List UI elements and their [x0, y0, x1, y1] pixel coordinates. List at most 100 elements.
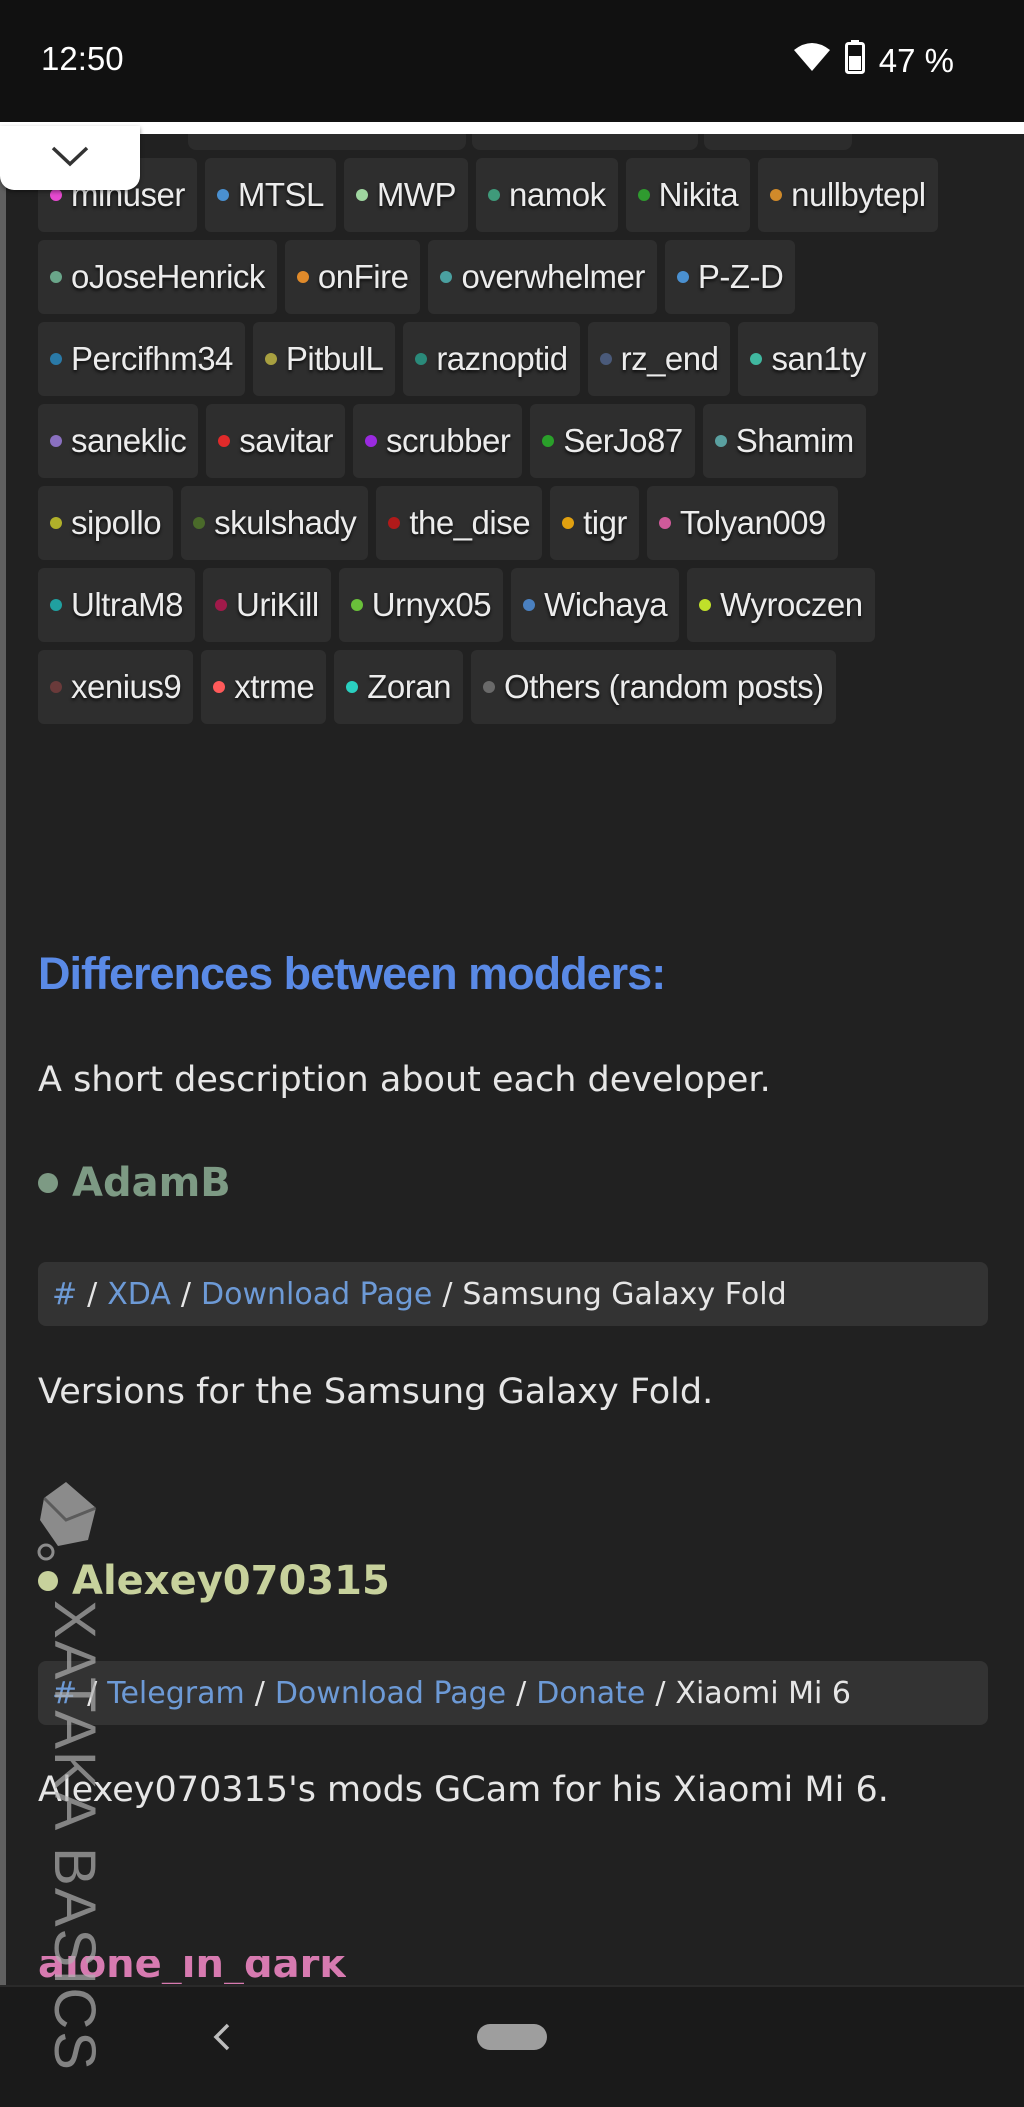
modder-tag[interactable]: Urnyx05 [338, 568, 504, 642]
tag-color-dot [50, 681, 62, 693]
modder-tag[interactable]: overwhelmer [428, 240, 657, 314]
tag-color-dot [482, 681, 495, 693]
modder-tag[interactable]: namok [476, 158, 618, 232]
tag-label: xenius9 [71, 668, 182, 705]
developer-heading-adamb: AdamB [38, 1160, 231, 1206]
tag-label: Others (random posts) [503, 668, 824, 705]
tag-color-dot [50, 435, 62, 447]
tag-label: Urnyx05 [371, 586, 492, 623]
tag-label: Nikita [658, 176, 739, 213]
tag-label: saneklic [71, 422, 187, 459]
developer-links-adamb: # / XDA / Download Page / Samsung Galaxy… [38, 1262, 988, 1326]
modder-tag[interactable]: Wichaya [511, 568, 680, 642]
tag-color-dot [50, 599, 62, 611]
tag-label: the_dise [409, 504, 531, 541]
tag-color-dot [750, 353, 763, 365]
modder-tag[interactable]: Percifhm34 [38, 322, 245, 396]
collapse-toggle-button[interactable] [0, 126, 140, 190]
modder-tag[interactable]: P-Z-D [664, 240, 796, 314]
tag-label: nullbytepl [791, 176, 926, 213]
tag-color-dot [415, 353, 428, 365]
modder-tag[interactable]: Nikita [625, 158, 751, 232]
modder-tag[interactable]: UriKill [203, 568, 331, 642]
modder-tag[interactable]: MTSL [204, 158, 336, 232]
modder-tag[interactable]: raznoptid [403, 322, 580, 396]
modder-tag[interactable]: Zoran [334, 650, 463, 724]
developer-description: Alexey070315's mods GCam for his Xiaomi … [38, 1770, 889, 1810]
modder-tag[interactable]: UltraM8 [38, 568, 196, 642]
status-icons: 47 % [793, 40, 954, 82]
tag-color-dot [770, 189, 783, 201]
modder-tag[interactable]: tigr [550, 486, 639, 560]
wifi-icon [793, 42, 831, 80]
tag-label: P-Z-D [697, 258, 784, 295]
tag-color-dot [658, 517, 671, 529]
xda-link[interactable]: XDA [107, 1277, 171, 1312]
tag-label: Shamim [735, 422, 855, 459]
battery-icon [844, 40, 865, 82]
modder-tag[interactable]: skulshady [181, 486, 369, 560]
tag-label: MWP [376, 176, 457, 213]
tag-label: rz_end [620, 340, 719, 377]
modder-tag[interactable]: Wyroczen [687, 568, 875, 642]
modder-tag[interactable]: saneklic [38, 404, 199, 478]
modder-tag[interactable]: PitbulL [252, 322, 396, 396]
tag-color-dot [213, 681, 226, 693]
download-page-link[interactable]: Download Page [275, 1676, 506, 1711]
separator: / [442, 1276, 453, 1312]
anchor-link[interactable]: # [52, 1277, 77, 1312]
telegram-link[interactable]: Telegram [107, 1676, 244, 1711]
modder-tag[interactable]: the_dise [376, 486, 543, 560]
modder-tag[interactable]: xtrme [201, 650, 327, 724]
download-page-link[interactable]: Download Page [201, 1277, 432, 1312]
tag-color-dot [388, 517, 401, 529]
modder-tag[interactable]: Shamim [702, 404, 866, 478]
tag-color-dot [193, 517, 206, 529]
modder-tag[interactable]: xenius9 [38, 650, 194, 724]
tag-label: Wyroczen [720, 586, 863, 623]
tag-label: savitar [239, 422, 333, 459]
tag-color-dot [350, 599, 363, 611]
modder-tag[interactable]: savitar [206, 404, 345, 478]
modder-tag[interactable]: oJoseHenrick [38, 240, 277, 314]
tag-color-dot [264, 353, 277, 365]
back-chevron-icon [212, 2022, 232, 2056]
modder-tag[interactable]: san1ty [738, 322, 878, 396]
modder-tag[interactable]: onFire [284, 240, 421, 314]
device-name: Xiaomi Mi 6 [675, 1675, 851, 1711]
tag-color-dot [699, 599, 712, 611]
modder-tag[interactable]: Others (random posts) [470, 650, 836, 724]
modder-tag-list: minuser MTSL MWP namok Nikita nullbytepl oJose… [38, 158, 998, 724]
donate-link[interactable]: Donate [536, 1676, 645, 1711]
tag-color-dot [50, 517, 62, 529]
home-gesture-pill[interactable] [477, 2024, 547, 2050]
tag-color-dot [676, 271, 689, 283]
separator: / [655, 1675, 666, 1711]
modder-tag[interactable]: rz_end [587, 322, 731, 396]
tag-label: oJoseHenrick [71, 258, 265, 295]
tag-color-dot [346, 681, 359, 693]
status-bar: 12:50 47 % [0, 0, 1024, 122]
tag-label: namok [509, 176, 606, 213]
section-description: A short description about each developer… [38, 1060, 771, 1100]
tag-label: Zoran [367, 668, 451, 705]
tag-label: skulshady [214, 504, 357, 541]
modder-tag[interactable]: Tolyan009 [646, 486, 838, 560]
modder-tag[interactable]: nullbytepl [758, 158, 938, 232]
tags-previous-row [180, 134, 870, 150]
modder-tag[interactable]: SerJo87 [530, 404, 695, 478]
tag-label: UltraM8 [71, 586, 184, 623]
tag-label: Percifhm34 [71, 340, 233, 377]
back-button[interactable] [200, 2017, 244, 2061]
tag-color-dot [637, 189, 650, 201]
modder-tag[interactable]: MWP [343, 158, 469, 232]
modder-tag[interactable]: sipollo [38, 486, 174, 560]
chevron-down-icon [50, 144, 90, 172]
section-title: Differences between modders: [38, 948, 666, 999]
tag-color-dot [523, 599, 536, 611]
tag-label: xtrme [234, 668, 315, 705]
left-edge-line [0, 0, 6, 2105]
modder-tag[interactable]: scrubber [352, 404, 523, 478]
tag-color-dot [50, 271, 62, 283]
tag-label: MTSL [237, 176, 325, 213]
